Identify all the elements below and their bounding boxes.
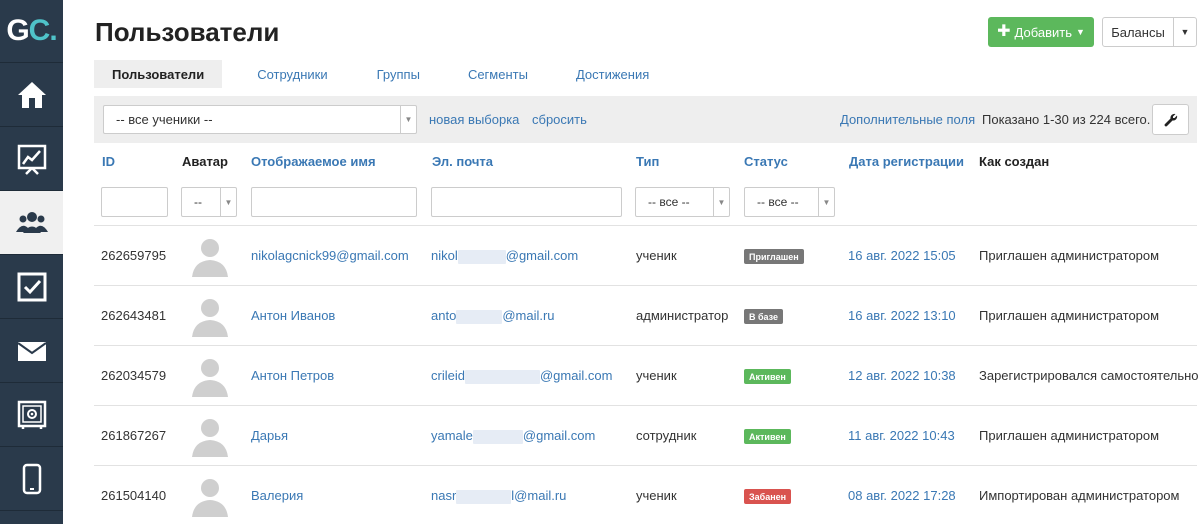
sidebar-item-mobile[interactable]: [0, 447, 63, 511]
status-filter-select[interactable]: -- все -- ▼: [744, 187, 835, 217]
table-row: 261504140 Валерия nasr l@mail.ru ученик З…: [94, 465, 1197, 524]
sidebar: GC.: [0, 0, 63, 524]
created-by: Импортирован администратором: [979, 488, 1180, 503]
col-status[interactable]: Статус: [744, 154, 788, 169]
plus-icon: ✚: [997, 23, 1011, 40]
user-email[interactable]: anto @mail.ru: [431, 308, 555, 324]
table-row: 262659795 nikolagcnick99@gmail.com nikol…: [94, 225, 1197, 285]
user-name-link[interactable]: Дарья: [251, 428, 288, 443]
status-badge: Активен: [744, 369, 791, 384]
created-by: Приглашен администратором: [979, 308, 1160, 323]
registration-date: 08 авг. 2022 17:28: [848, 488, 956, 503]
created-by: Зарегистрировался самостоятельно: [979, 368, 1199, 383]
col-id[interactable]: ID: [102, 154, 115, 169]
user-type: сотрудник: [636, 428, 697, 443]
tab-achievements[interactable]: Достижения: [576, 60, 649, 88]
status-badge: Приглашен: [744, 249, 804, 264]
page-title: Пользователи: [95, 17, 280, 47]
user-type: администратор: [636, 308, 729, 323]
chevron-down-icon: ▼: [220, 188, 236, 216]
user-name-link[interactable]: Антон Иванов: [251, 308, 335, 323]
user-email[interactable]: nasr l@mail.ru: [431, 488, 566, 504]
col-created-by: Как создан: [979, 154, 1050, 169]
id-filter-input[interactable]: [101, 187, 168, 217]
add-button[interactable]: ✚ Добавить ▼: [988, 17, 1094, 47]
wrench-icon: [1164, 113, 1177, 126]
avatar-placeholder-icon: [192, 299, 228, 337]
col-avatar: Аватар: [182, 154, 228, 169]
avatar-placeholder-icon: [192, 239, 228, 277]
registration-date: 12 авг. 2022 10:38: [848, 368, 956, 383]
created-by: Приглашен администратором: [979, 428, 1160, 443]
segment-select[interactable]: -- все ученики -- ▼: [103, 105, 417, 134]
tabs: Пользователи Сотрудники Группы Сегменты …: [94, 60, 649, 88]
status-badge: Забанен: [744, 489, 792, 504]
col-registration-date[interactable]: Дата регистрации: [849, 154, 964, 169]
mail-icon: [16, 341, 47, 361]
tab-groups[interactable]: Группы: [377, 60, 420, 88]
user-email[interactable]: crileid @gmail.com: [431, 368, 612, 384]
table-row: 262643481 Антон Иванов anto @mail.ru адми…: [94, 285, 1197, 345]
status-badge: Активен: [744, 429, 791, 444]
new-selection-link[interactable]: новая выборка: [429, 112, 519, 127]
sidebar-item-reports[interactable]: [0, 127, 63, 191]
filter-bar: -- все ученики -- ▼ новая выборка сброси…: [94, 96, 1197, 143]
chevron-down-icon: ▼: [818, 188, 834, 216]
checkbox-icon: [17, 272, 46, 301]
registration-date: 11 авг. 2022 10:43: [848, 428, 955, 443]
tab-segments[interactable]: Сегменты: [468, 60, 528, 88]
chevron-down-icon: ▼: [400, 106, 416, 133]
sidebar-item-sales[interactable]: [0, 383, 63, 447]
col-type[interactable]: Тип: [636, 154, 659, 169]
chevron-down-icon: ▼: [713, 188, 729, 216]
settings-button[interactable]: [1152, 104, 1189, 135]
user-name-link[interactable]: Антон Петров: [251, 368, 334, 383]
name-filter-input[interactable]: [251, 187, 417, 217]
table-row: 261867267 Дарья yamale @gmail.com сотрудн…: [94, 405, 1197, 465]
registration-date: 16 авг. 2022 15:05: [848, 248, 956, 263]
user-email[interactable]: nikol @gmail.com: [431, 248, 578, 264]
created-by: Приглашен администратором: [979, 248, 1160, 263]
status-badge: В базе: [744, 309, 784, 324]
user-name-link[interactable]: Валерия: [251, 488, 303, 503]
col-email[interactable]: Эл. почта: [432, 154, 493, 169]
avatar-placeholder-icon: [192, 419, 228, 457]
user-name-link[interactable]: nikolagcnick99@gmail.com: [251, 248, 409, 263]
sidebar-item-users[interactable]: [0, 191, 63, 255]
tab-employees[interactable]: Сотрудники: [257, 60, 327, 88]
avatar-placeholder-icon: [192, 359, 228, 397]
balances-button[interactable]: Балансы ▼: [1102, 17, 1197, 47]
sidebar-item-tasks[interactable]: [0, 255, 63, 319]
col-display-name[interactable]: Отображаемое имя: [251, 154, 376, 169]
user-id: 261504140: [101, 488, 167, 503]
caret-down-icon: ▼: [1075, 27, 1085, 37]
extra-fields-link[interactable]: Дополнительные поля: [840, 112, 975, 127]
user-type: ученик: [636, 488, 677, 503]
shown-count: Показано 1-30 из 224 всего.: [982, 112, 1151, 127]
sidebar-item-mail[interactable]: [0, 319, 63, 383]
type-filter-select[interactable]: -- все -- ▼: [635, 187, 730, 217]
user-id: 262643481: [101, 308, 167, 323]
tab-users[interactable]: Пользователи: [94, 60, 223, 88]
caret-down-icon[interactable]: ▼: [1174, 27, 1196, 37]
user-id: 261867267: [101, 428, 167, 443]
avatar-placeholder-icon: [192, 479, 228, 517]
email-filter-input[interactable]: [431, 187, 622, 217]
user-id: 262659795: [101, 248, 167, 263]
user-id: 262034579: [101, 368, 167, 383]
sidebar-item-home[interactable]: [0, 63, 63, 127]
reset-link[interactable]: сбросить: [532, 112, 587, 127]
registration-date: 16 авг. 2022 13:10: [848, 308, 956, 323]
home-icon: [17, 81, 46, 108]
safe-icon: [17, 400, 46, 429]
user-type: ученик: [636, 368, 677, 383]
users-icon: [15, 211, 48, 233]
chart-icon: [17, 144, 46, 175]
table-row: 262034579 Антон Петров crileid @gmail.com…: [94, 345, 1199, 405]
user-email[interactable]: yamale @gmail.com: [431, 428, 595, 444]
user-type: ученик: [636, 248, 677, 263]
app-logo[interactable]: GC.: [0, 0, 63, 63]
avatar-filter-select[interactable]: -- ▼: [181, 187, 237, 217]
phone-icon: [22, 463, 41, 494]
